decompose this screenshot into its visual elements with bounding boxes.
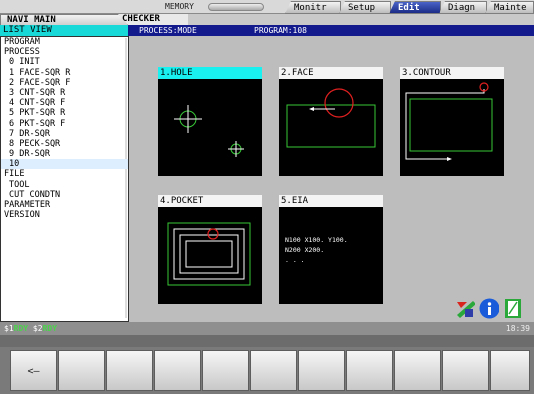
menu-key[interactable] [250, 350, 297, 391]
system2-state: RDY [42, 324, 58, 333]
list-item[interactable]: 1 FACE-SQR R [1, 68, 128, 78]
face-preview [279, 79, 383, 176]
pocket-preview [158, 207, 262, 304]
tab-checker[interactable]: CHECKER [118, 14, 188, 25]
contour-preview [400, 79, 504, 176]
list-item[interactable]: PARAMETER [1, 200, 128, 210]
eia-line: . . . [285, 256, 305, 264]
menu-key[interactable] [490, 350, 530, 391]
screen-tabs: NAVI MAIN CHECKER [0, 14, 534, 25]
panel-pocket-label: 4.POCKET [158, 195, 262, 207]
panel-pocket[interactable]: 4.POCKET [158, 195, 262, 304]
mode-toggle[interactable] [208, 3, 264, 11]
menu-key[interactable] [106, 350, 153, 391]
panel-face[interactable]: 2.FACE [279, 67, 383, 176]
menu-key[interactable] [154, 350, 201, 391]
list-item[interactable]: 2 FACE-SQR F [1, 78, 128, 88]
menu-key[interactable] [298, 350, 345, 391]
list-view[interactable]: PROGRAM PROCESS 0 INIT 1 FACE-SQR R2 FACE-S… [0, 36, 129, 322]
process-content: 1.HOLE 2.FACE 3.CONTOUR 4.POCKET 5.EIA N… [129, 36, 534, 322]
title-bar: LIST VIEW PROCESS:MODE PROGRAM:108 [0, 25, 534, 36]
list-item[interactable]: 7 DR-SQR [1, 129, 128, 139]
system1-state: RDY [13, 324, 29, 333]
system1-label: $1 [4, 324, 14, 333]
panel-eia-label: 5.EIA [279, 195, 383, 207]
tool-icon[interactable] [455, 298, 475, 319]
panel-face-label: 2.FACE [279, 67, 383, 79]
process-mode-label: PROCESS:MODE [139, 26, 197, 35]
list-item[interactable]: FILE [1, 169, 128, 179]
face-drawing [286, 88, 376, 148]
panel-contour[interactable]: 3.CONTOUR [400, 67, 504, 176]
list-view-title: LIST VIEW [0, 25, 128, 36]
menu-key[interactable] [346, 350, 393, 391]
eia-preview: N100 X100. Y100. N200 X200. . . . [279, 207, 383, 304]
eia-line: N200 X200. [285, 246, 325, 254]
tab-mainte[interactable]: Mainte [485, 1, 534, 14]
list-item[interactable]: VERSION [1, 210, 128, 220]
list-item[interactable]: 5 PKT-SQR R [1, 108, 128, 118]
system2-label: $2 [32, 324, 43, 333]
list-item[interactable]: 3 CNT-SQR R [1, 88, 128, 98]
tab-monitr[interactable]: Monitr [285, 1, 341, 14]
program-label: PROGRAM:108 [254, 26, 307, 35]
list-item[interactable]: 4 CNT-SQR F [1, 98, 128, 108]
memory-label: MEMORY [165, 2, 194, 11]
eia-code: N100 X100. Y100. N200 X200. . . . [285, 235, 348, 265]
bookmark-icon[interactable] [504, 298, 524, 319]
panel-eia[interactable]: 5.EIA N100 X100. Y100. N200 X200. . . . [279, 195, 383, 304]
menu-key[interactable] [442, 350, 489, 391]
menu-key[interactable] [394, 350, 441, 391]
message-strip [0, 335, 534, 347]
status-bar: $1RDY $2RDY 18:39 [0, 322, 534, 335]
list-item[interactable]: PROCESS [1, 47, 128, 57]
eia-line: N100 X100. Y100. [285, 236, 348, 244]
panel-hole[interactable]: 1.HOLE [158, 67, 262, 176]
system-status: $1RDY $2RDY [4, 322, 57, 335]
list-item[interactable]: CUT CONDTN [1, 190, 128, 200]
hole-preview [158, 79, 262, 176]
top-strip: MEMORY Monitr Setup Edit Diagn Mainte [0, 0, 534, 14]
tab-navi-main[interactable]: NAVI MAIN [0, 14, 128, 25]
tab-edit[interactable]: Edit [389, 1, 441, 14]
list-item[interactable]: 10 [1, 159, 128, 170]
hole-drawing [174, 105, 244, 157]
bottom-icons [455, 298, 529, 320]
list-item[interactable]: 8 PECK-SQR [1, 139, 128, 149]
list-item[interactable]: 0 INIT [1, 57, 128, 67]
panel-contour-label: 3.CONTOUR [400, 67, 504, 79]
panel-hole-label: 1.HOLE [158, 67, 262, 79]
tab-diagn[interactable]: Diagn [439, 1, 487, 14]
pocket-drawing [167, 222, 251, 286]
menu-key[interactable] [202, 350, 249, 391]
back-key[interactable]: <— [10, 350, 57, 391]
list-item[interactable]: 9 DR-SQR [1, 149, 128, 159]
list-item[interactable]: TOOL [1, 180, 128, 190]
info-icon[interactable] [479, 298, 499, 319]
tab-setup[interactable]: Setup [339, 1, 391, 14]
list-item[interactable]: 6 PKT-SQR F [1, 119, 128, 129]
menu-key-row: <— [0, 347, 534, 394]
menu-key[interactable] [58, 350, 105, 391]
contour-drawing [405, 82, 493, 161]
list-item[interactable]: PROGRAM [1, 37, 128, 47]
clock: 18:39 [505, 324, 530, 333]
